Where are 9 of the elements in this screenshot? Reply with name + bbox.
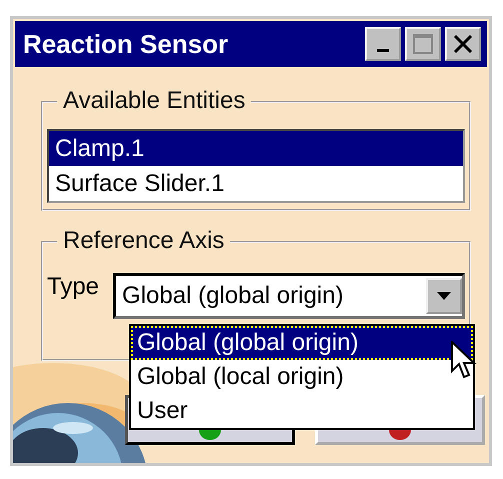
dropdown-option[interactable]: Global (global origin) bbox=[131, 326, 473, 360]
type-label: Type bbox=[47, 273, 100, 301]
window-title: Reaction Sensor bbox=[23, 28, 228, 60]
dropdown-option[interactable]: User bbox=[131, 394, 473, 428]
type-dropdown[interactable]: Global (global origin) bbox=[113, 273, 465, 319]
list-item[interactable]: Surface Slider.1 bbox=[49, 166, 463, 201]
entity-list[interactable]: Clamp.1 Surface Slider.1 bbox=[47, 129, 465, 203]
list-item[interactable]: Clamp.1 bbox=[49, 131, 463, 166]
dropdown-option[interactable]: Global (local origin) bbox=[131, 360, 473, 394]
